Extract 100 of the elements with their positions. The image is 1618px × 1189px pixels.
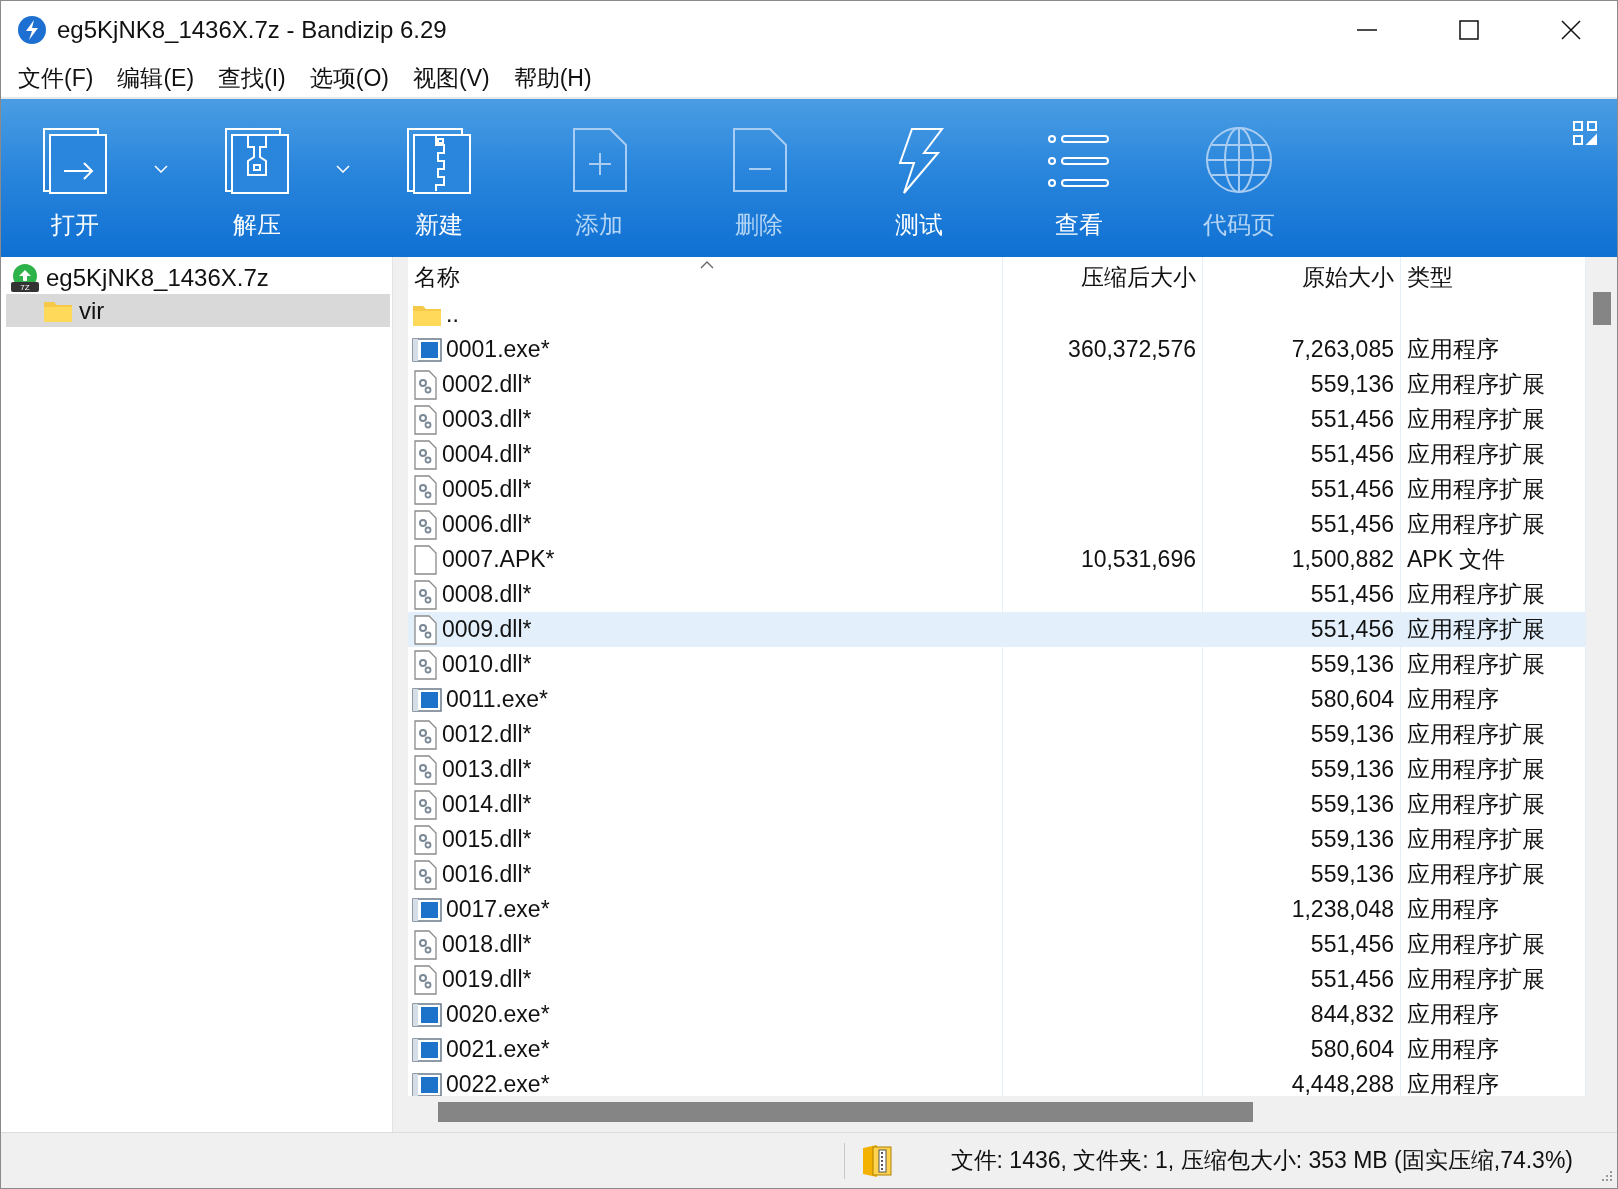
original-size: 844,832 <box>1310 1001 1394 1028</box>
file-row[interactable]: 0016.dll* 559,136 应用程序扩展 <box>408 857 1586 892</box>
file-row[interactable]: 0015.dll* 559,136 应用程序扩展 <box>408 822 1586 857</box>
file-name: 0019.dll* <box>442 966 532 993</box>
file-row[interactable]: .. <box>408 297 1586 332</box>
toolbar-button[interactable]: 打开 <box>11 99 139 255</box>
file-row[interactable]: 0017.exe* 1,238,048 应用程序 <box>408 892 1586 927</box>
window-icon <box>412 336 442 363</box>
file-row[interactable]: 0021.exe* 580,604 应用程序 <box>408 1032 1586 1067</box>
file-row[interactable]: 0001.exe* 360,372,576 7,263,085 应用程序 <box>408 332 1586 367</box>
original-size: 551,456 <box>1310 511 1394 538</box>
app-logo-icon <box>17 15 47 45</box>
original-size: 559,136 <box>1310 371 1394 398</box>
file-type: 应用程序扩展 <box>1407 615 1545 644</box>
toolbar-button[interactable]: 新建 <box>375 99 503 255</box>
close-icon <box>1561 20 1581 40</box>
gear-file-icon <box>412 964 438 995</box>
file-row[interactable]: 0002.dll* 559,136 应用程序扩展 <box>408 367 1586 402</box>
layout-grid-icon[interactable] <box>1573 121 1597 145</box>
scroll-thumb[interactable] <box>438 1102 1253 1122</box>
file-row[interactable]: 0009.dll* 551,456 应用程序扩展 <box>408 612 1586 647</box>
window-icon <box>412 1071 442 1096</box>
file-row[interactable]: 0019.dll* 551,456 应用程序扩展 <box>408 962 1586 997</box>
file-name: .. <box>446 301 459 328</box>
gear-file-icon <box>412 404 438 435</box>
file-row[interactable]: 0014.dll* 559,136 应用程序扩展 <box>408 787 1586 822</box>
gear-file-icon <box>412 509 438 540</box>
column-header[interactable]: 压缩后大小 <box>1003 257 1203 297</box>
file-type: 应用程序扩展 <box>1407 720 1545 749</box>
file-name: 0017.exe* <box>446 896 550 923</box>
file-name: 0013.dll* <box>442 756 532 783</box>
tree-item[interactable]: vir <box>6 294 390 327</box>
file-row[interactable]: 0011.exe* 580,604 应用程序 <box>408 682 1586 717</box>
original-size: 559,136 <box>1310 861 1394 888</box>
menu-item[interactable]: 帮助(H) <box>502 60 603 96</box>
toolbar-button[interactable]: 解压 <box>193 99 321 255</box>
file-type: 应用程序扩展 <box>1407 825 1545 854</box>
window-title: eg5KjNK8_1436X.7z - Bandizip 6.29 <box>57 16 448 44</box>
file-type: 应用程序扩展 <box>1407 930 1545 959</box>
file-row[interactable]: 0003.dll* 551,456 应用程序扩展 <box>408 402 1586 437</box>
chevron-down-icon <box>154 165 168 173</box>
file-type: 应用程序扩展 <box>1407 580 1545 609</box>
file-row[interactable]: 0012.dll* 559,136 应用程序扩展 <box>408 717 1586 752</box>
file-row[interactable]: 0004.dll* 551,456 应用程序扩展 <box>408 437 1586 472</box>
file-name: 0004.dll* <box>442 441 532 468</box>
window-icon <box>412 686 442 713</box>
file-row[interactable]: 0020.exe* 844,832 应用程序 <box>408 997 1586 1032</box>
gear-file-icon <box>412 719 438 750</box>
file-row[interactable]: 0006.dll* 551,456 应用程序扩展 <box>408 507 1586 542</box>
toolbar-button[interactable]: 查看 <box>1015 99 1143 255</box>
original-size: 559,136 <box>1310 826 1394 853</box>
horizontal-scrollbar[interactable] <box>408 1096 1617 1132</box>
chevron-down-icon <box>336 165 350 173</box>
file-type: 应用程序 <box>1407 1035 1499 1064</box>
vertical-scrollbar[interactable] <box>1586 257 1617 1096</box>
file-type: 应用程序扩展 <box>1407 965 1545 994</box>
archive-book-icon <box>860 1143 893 1178</box>
pane-splitter[interactable] <box>392 257 408 1132</box>
file-type: 应用程序扩展 <box>1407 370 1545 399</box>
scroll-thumb[interactable] <box>1593 292 1611 325</box>
file-type: APK 文件 <box>1407 545 1506 574</box>
column-header[interactable]: 名称 <box>408 257 1003 297</box>
column-header[interactable]: 原始大小 <box>1203 257 1401 297</box>
file-name: 0010.dll* <box>442 651 532 678</box>
gear-file-icon <box>412 789 438 820</box>
zip-file-icon <box>404 125 474 195</box>
original-size: 559,136 <box>1310 721 1394 748</box>
file-type: 应用程序扩展 <box>1407 860 1545 889</box>
gear-file-icon <box>412 859 438 890</box>
file-row[interactable]: 0005.dll* 551,456 应用程序扩展 <box>408 472 1586 507</box>
maximize-icon <box>1459 20 1479 40</box>
file-name: 0014.dll* <box>442 791 532 818</box>
original-size: 1,500,882 <box>1291 546 1394 573</box>
file-type: 应用程序扩展 <box>1407 475 1545 504</box>
original-size: 7,263,085 <box>1291 336 1394 363</box>
file-name: 0011.exe* <box>446 686 548 713</box>
file-row[interactable]: 0018.dll* 551,456 应用程序扩展 <box>408 927 1586 962</box>
menu-item[interactable]: 选项(O) <box>298 60 400 96</box>
file-name: 0009.dll* <box>442 616 532 643</box>
original-size: 559,136 <box>1310 651 1394 678</box>
original-size: 551,456 <box>1310 966 1394 993</box>
menu-item[interactable]: 查找(I) <box>207 60 297 96</box>
menu-item[interactable]: 文件(F) <box>7 60 105 96</box>
gear-file-icon <box>412 474 438 505</box>
menu-item[interactable]: 编辑(E) <box>106 60 206 96</box>
gear-file-icon <box>412 754 438 785</box>
file-row[interactable]: 0007.APK* 10,531,696 1,500,882 APK 文件 <box>408 542 1586 577</box>
window-icon <box>412 1001 442 1028</box>
window-icon <box>412 1036 442 1063</box>
tree-item[interactable]: 7Z eg5KjNK8_1436X.7z <box>6 261 390 294</box>
original-size: 559,136 <box>1310 791 1394 818</box>
toolbar-button[interactable]: 测试 <box>855 99 983 255</box>
file-type: 应用程序扩展 <box>1407 650 1545 679</box>
original-size: 551,456 <box>1310 476 1394 503</box>
file-row[interactable]: 0010.dll* 559,136 应用程序扩展 <box>408 647 1586 682</box>
menu-item[interactable]: 视图(V) <box>402 60 501 96</box>
file-row[interactable]: 0013.dll* 559,136 应用程序扩展 <box>408 752 1586 787</box>
file-name: 0003.dll* <box>442 406 532 433</box>
file-name: 0022.exe* <box>446 1071 550 1096</box>
file-type: 应用程序扩展 <box>1407 755 1545 784</box>
